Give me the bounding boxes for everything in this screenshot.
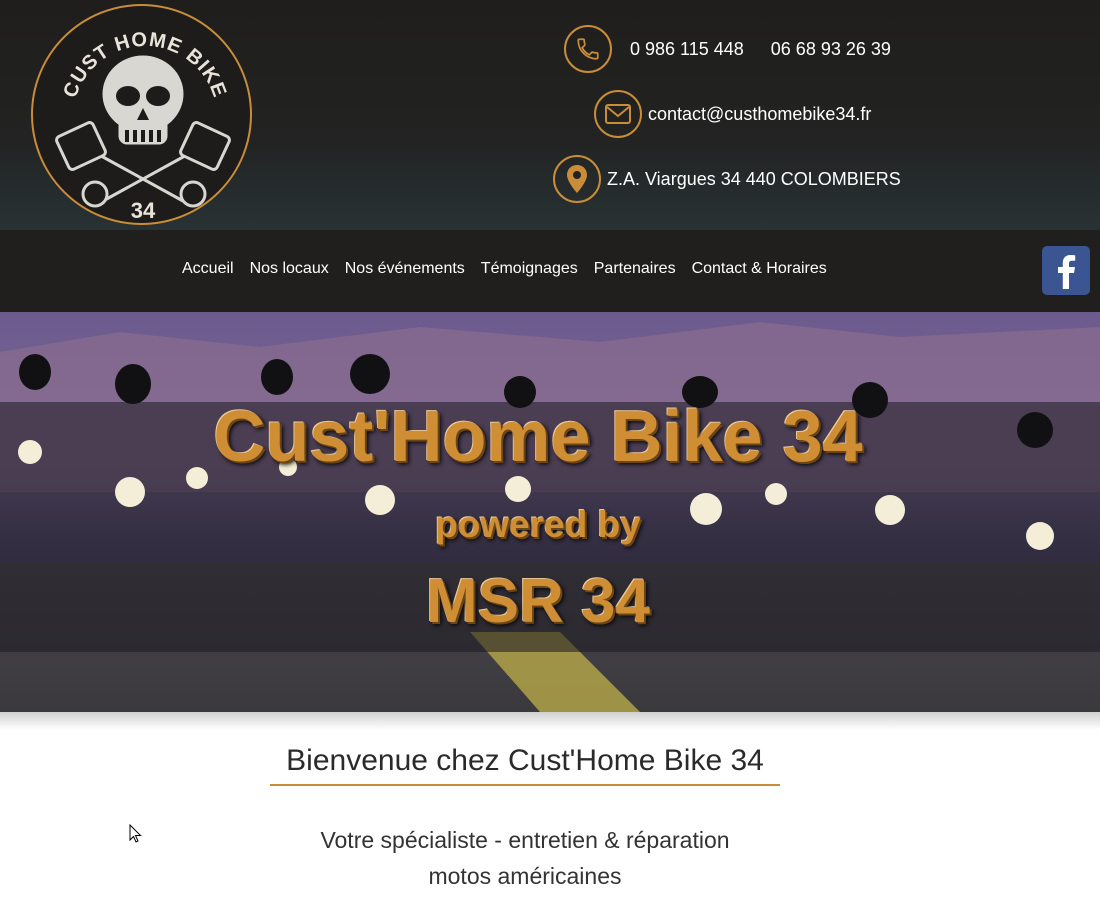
nav-item-temoignages[interactable]: Témoignages xyxy=(473,260,586,278)
map-pin-icon xyxy=(553,155,601,203)
nav-item-contact-horaires[interactable]: Contact & Horaires xyxy=(684,260,835,278)
page-title: Bienvenue chez Cust'Home Bike 34 xyxy=(270,744,780,786)
facebook-icon xyxy=(1058,254,1076,289)
address-text: Z.A. Viargues 34 440 COLOMBIERS xyxy=(607,168,901,189)
nav-menu: Accueil Nos locaux Nos événements Témoig… xyxy=(174,260,835,278)
facebook-button[interactable] xyxy=(1042,246,1090,295)
hero-brand: MSR 34 xyxy=(426,567,650,636)
hero-shadow xyxy=(0,712,1100,730)
email-contact: contact@custhomebike34.fr xyxy=(594,90,871,138)
nav-item-nos-locaux[interactable]: Nos locaux xyxy=(242,260,337,278)
phone-icon xyxy=(564,25,612,73)
site-logo[interactable]: CUST HOME BIKE 34 xyxy=(31,4,252,225)
tagline-line-2: motos américaines xyxy=(428,863,622,889)
phone-contact: 0 986 115 448 06 68 93 26 39 xyxy=(564,25,891,73)
skull-pistons-logo-graphic: CUST HOME BIKE 34 xyxy=(55,29,231,223)
logo-number: 34 xyxy=(131,198,156,223)
site-header: CUST HOME BIKE 34 0 986 115 448 06 68 93… xyxy=(0,0,1100,230)
nav-item-partenaires[interactable]: Partenaires xyxy=(586,260,684,278)
hero-title: Cust'Home Bike 34 xyxy=(213,397,863,477)
hero-banner: Cust'Home Bike 34 powered by MSR 34 xyxy=(0,312,1100,712)
address-contact: Z.A. Viargues 34 440 COLOMBIERS xyxy=(553,155,901,203)
nav-item-nos-evenements[interactable]: Nos événements xyxy=(337,260,473,278)
tagline-line-1: Votre spécialiste - entretien & réparati… xyxy=(320,827,730,853)
mouse-cursor-icon xyxy=(129,824,142,843)
email-link[interactable]: contact@custhomebike34.fr xyxy=(648,104,871,125)
main-navigation: Accueil Nos locaux Nos événements Témoig… xyxy=(0,230,1100,312)
envelope-icon xyxy=(594,90,642,138)
phone-number-landline[interactable]: 0 986 115 448 xyxy=(630,39,744,60)
phone-number-mobile[interactable]: 06 68 93 26 39 xyxy=(771,39,891,60)
hero-subtitle: powered by xyxy=(435,504,641,545)
nav-item-accueil[interactable]: Accueil xyxy=(174,260,242,278)
